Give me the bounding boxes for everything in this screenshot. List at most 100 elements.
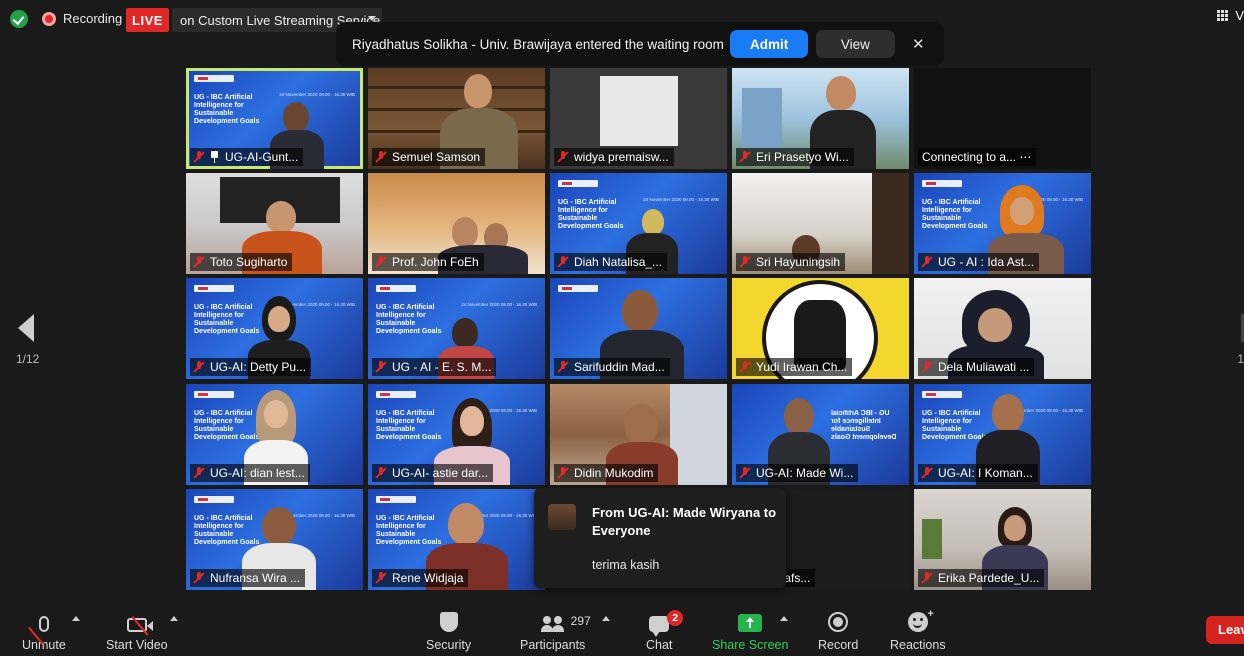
chat-button[interactable]: 2 Chat <box>646 606 684 652</box>
participant-tile[interactable]: UG - IBC Artificial Intelligence for Sus… <box>186 489 363 590</box>
participant-tile[interactable]: UG - IBC Artificial Intelligence for Sus… <box>550 173 727 274</box>
participant-tile[interactable]: UG - IBC Artificial Intelligence for Sus… <box>186 384 363 485</box>
event-logo <box>194 75 234 82</box>
participant-tile[interactable]: Semuel Samson <box>368 68 545 169</box>
security-button[interactable]: Security <box>426 606 471 652</box>
reactions-button[interactable]: + Reactions <box>890 606 946 652</box>
participant-name: Toto Sugiharto <box>210 255 288 269</box>
participant-name: Semuel Samson <box>392 150 481 164</box>
reactions-label: Reactions <box>890 638 946 652</box>
participant-name: Dela Muliawati ... <box>938 360 1030 374</box>
unread-badge: 2 <box>667 610 684 626</box>
share-screen-icon <box>738 614 763 632</box>
admit-button[interactable]: Admit <box>729 30 809 58</box>
muted-mic-icon <box>922 467 932 479</box>
participant-tile[interactable]: Dela Muliawati ... <box>914 278 1091 379</box>
encryption-shield-icon[interactable] <box>10 10 28 28</box>
meeting-controls-toolbar: Unmute Start Video Security 297 Particip… <box>0 600 1244 656</box>
participant-tile[interactable]: Yudi Irawan Ch... <box>732 278 909 379</box>
muted-mic-icon <box>740 361 750 373</box>
participant-tile[interactable]: Connecting to a... ⋯ <box>914 68 1091 169</box>
participant-video <box>264 400 288 428</box>
participants-icon <box>540 616 565 632</box>
participant-name: UG-AI- astie dar... <box>392 466 489 480</box>
participant-tile[interactable]: UG - IBC Artificial Intelligence for Sus… <box>732 384 909 485</box>
participant-tile[interactable]: Didin Mukodim <box>550 384 727 485</box>
participant-video <box>1004 515 1026 541</box>
audio-options-chevron-icon[interactable] <box>72 616 80 621</box>
participant-name: Yudi Irawan Ch... <box>756 360 848 374</box>
participant-tile[interactable]: Toto Sugiharto <box>186 173 363 274</box>
muted-mic-icon <box>922 572 932 584</box>
muted-mic-icon <box>922 361 932 373</box>
unmute-label: Unmute <box>22 638 66 652</box>
participant-name-label: Sarifuddin Mad... <box>554 358 670 376</box>
participant-name-label: UG-AI- astie dar... <box>372 464 494 482</box>
event-logo <box>922 180 962 187</box>
chat-notification-popup[interactable]: From UG-AI: Made Wiryana to Everyone ter… <box>534 488 786 588</box>
participant-name: Diah Natalisa_... <box>574 255 663 269</box>
participant-name: widya premaisw... <box>574 150 669 164</box>
participant-tile[interactable]: Sarifuddin Mad... <box>550 278 727 379</box>
participant-count: 297 <box>570 614 591 628</box>
participant-tile[interactable]: Prof. John FoEh <box>368 173 545 274</box>
muted-mic-icon <box>194 256 204 268</box>
waiting-room-message: Riyadhatus Solikha - Univ. Brawijaya ent… <box>352 36 724 52</box>
participant-video <box>826 76 856 110</box>
view-waiting-room-button[interactable]: View <box>816 30 895 58</box>
share-screen-button[interactable]: Share Screen <box>712 606 788 652</box>
participant-tile[interactable]: Sri Hayuningsih <box>732 173 909 274</box>
muted-mic-icon <box>376 467 386 479</box>
participant-tile[interactable]: UG - IBC Artificial Intelligence for Sus… <box>914 384 1091 485</box>
share-screen-label: Share Screen <box>712 638 789 652</box>
participant-tile[interactable]: UG - IBC Artificial Intelligence for Sus… <box>914 173 1091 274</box>
avatar <box>548 504 576 530</box>
recording-dot-icon <box>42 11 56 26</box>
muted-mic-icon <box>922 256 932 268</box>
chat-sender: From UG-AI: Made Wiryana to Everyone <box>592 505 777 538</box>
participant-tile[interactable]: UG - IBC Artificial Intelligence for Sus… <box>368 489 545 590</box>
event-logo <box>376 285 416 292</box>
participant-name-label: UG-AI: dian lest... <box>190 464 310 482</box>
participant-name: UG-AI: dian lest... <box>210 466 305 480</box>
muted-mic-icon <box>558 361 568 373</box>
chat-message: terima kasih <box>592 558 660 572</box>
participant-tile[interactable]: Erika Pardede_U... <box>914 489 1091 590</box>
participant-name-label: Prof. John FoEh <box>372 253 484 271</box>
record-button[interactable]: Record <box>818 606 858 652</box>
participant-video <box>452 217 478 247</box>
unmute-button[interactable]: Unmute <box>22 606 66 652</box>
slide-date: 24 November 2020 09.00 - 16.30 WIB <box>279 92 355 97</box>
slide-title: UG - IBC Artificial Intelligence for Sus… <box>194 304 260 335</box>
event-logo <box>558 285 598 292</box>
participant-name: UG-AI: Detty Pu... <box>210 360 307 374</box>
participant-tile[interactable]: widya premaisw... <box>550 68 727 169</box>
participants-button[interactable]: 297 Participants <box>520 606 591 652</box>
previous-page-arrow-icon[interactable] <box>18 314 34 342</box>
participant-tile[interactable]: UG - IBC Artificial Intelligence for Sus… <box>186 278 363 379</box>
participant-name: UG - AI : Ida Ast... <box>938 255 1035 269</box>
recording-indicator[interactable]: Recording <box>42 11 122 26</box>
leave-button[interactable]: Leave <box>1206 616 1244 644</box>
muted-mic-icon <box>194 467 204 479</box>
event-logo <box>194 496 234 503</box>
participant-tile[interactable]: UG - IBC Artificial Intelligence for Sus… <box>368 384 545 485</box>
close-icon[interactable]: ✕ <box>907 32 930 56</box>
participant-video <box>784 398 814 434</box>
slide-title: UG - IBC Artificial Intelligence for Sus… <box>194 410 260 441</box>
participant-video <box>283 102 309 132</box>
start-video-button[interactable]: Start Video <box>106 606 168 652</box>
participants-chevron-icon[interactable] <box>602 616 610 621</box>
participant-name-label: widya premaisw... <box>554 148 674 166</box>
recording-label: Recording <box>63 11 123 26</box>
share-options-chevron-icon[interactable] <box>780 616 788 621</box>
view-toggle-button[interactable]: V <box>1217 8 1244 23</box>
video-options-chevron-icon[interactable] <box>170 616 178 621</box>
participant-tile[interactable]: Eri Prasetyo Wi... <box>732 68 909 169</box>
participant-name-label: UG-AI-Gunt... <box>190 148 304 166</box>
participant-name: Erika Pardede_U... <box>938 571 1040 585</box>
participant-tile[interactable]: UG - IBC Artificial Intelligence for Sus… <box>186 68 363 169</box>
participant-video <box>460 406 484 436</box>
participant-tile[interactable]: UG - IBC Artificial Intelligence for Sus… <box>368 278 545 379</box>
record-icon <box>828 612 849 632</box>
